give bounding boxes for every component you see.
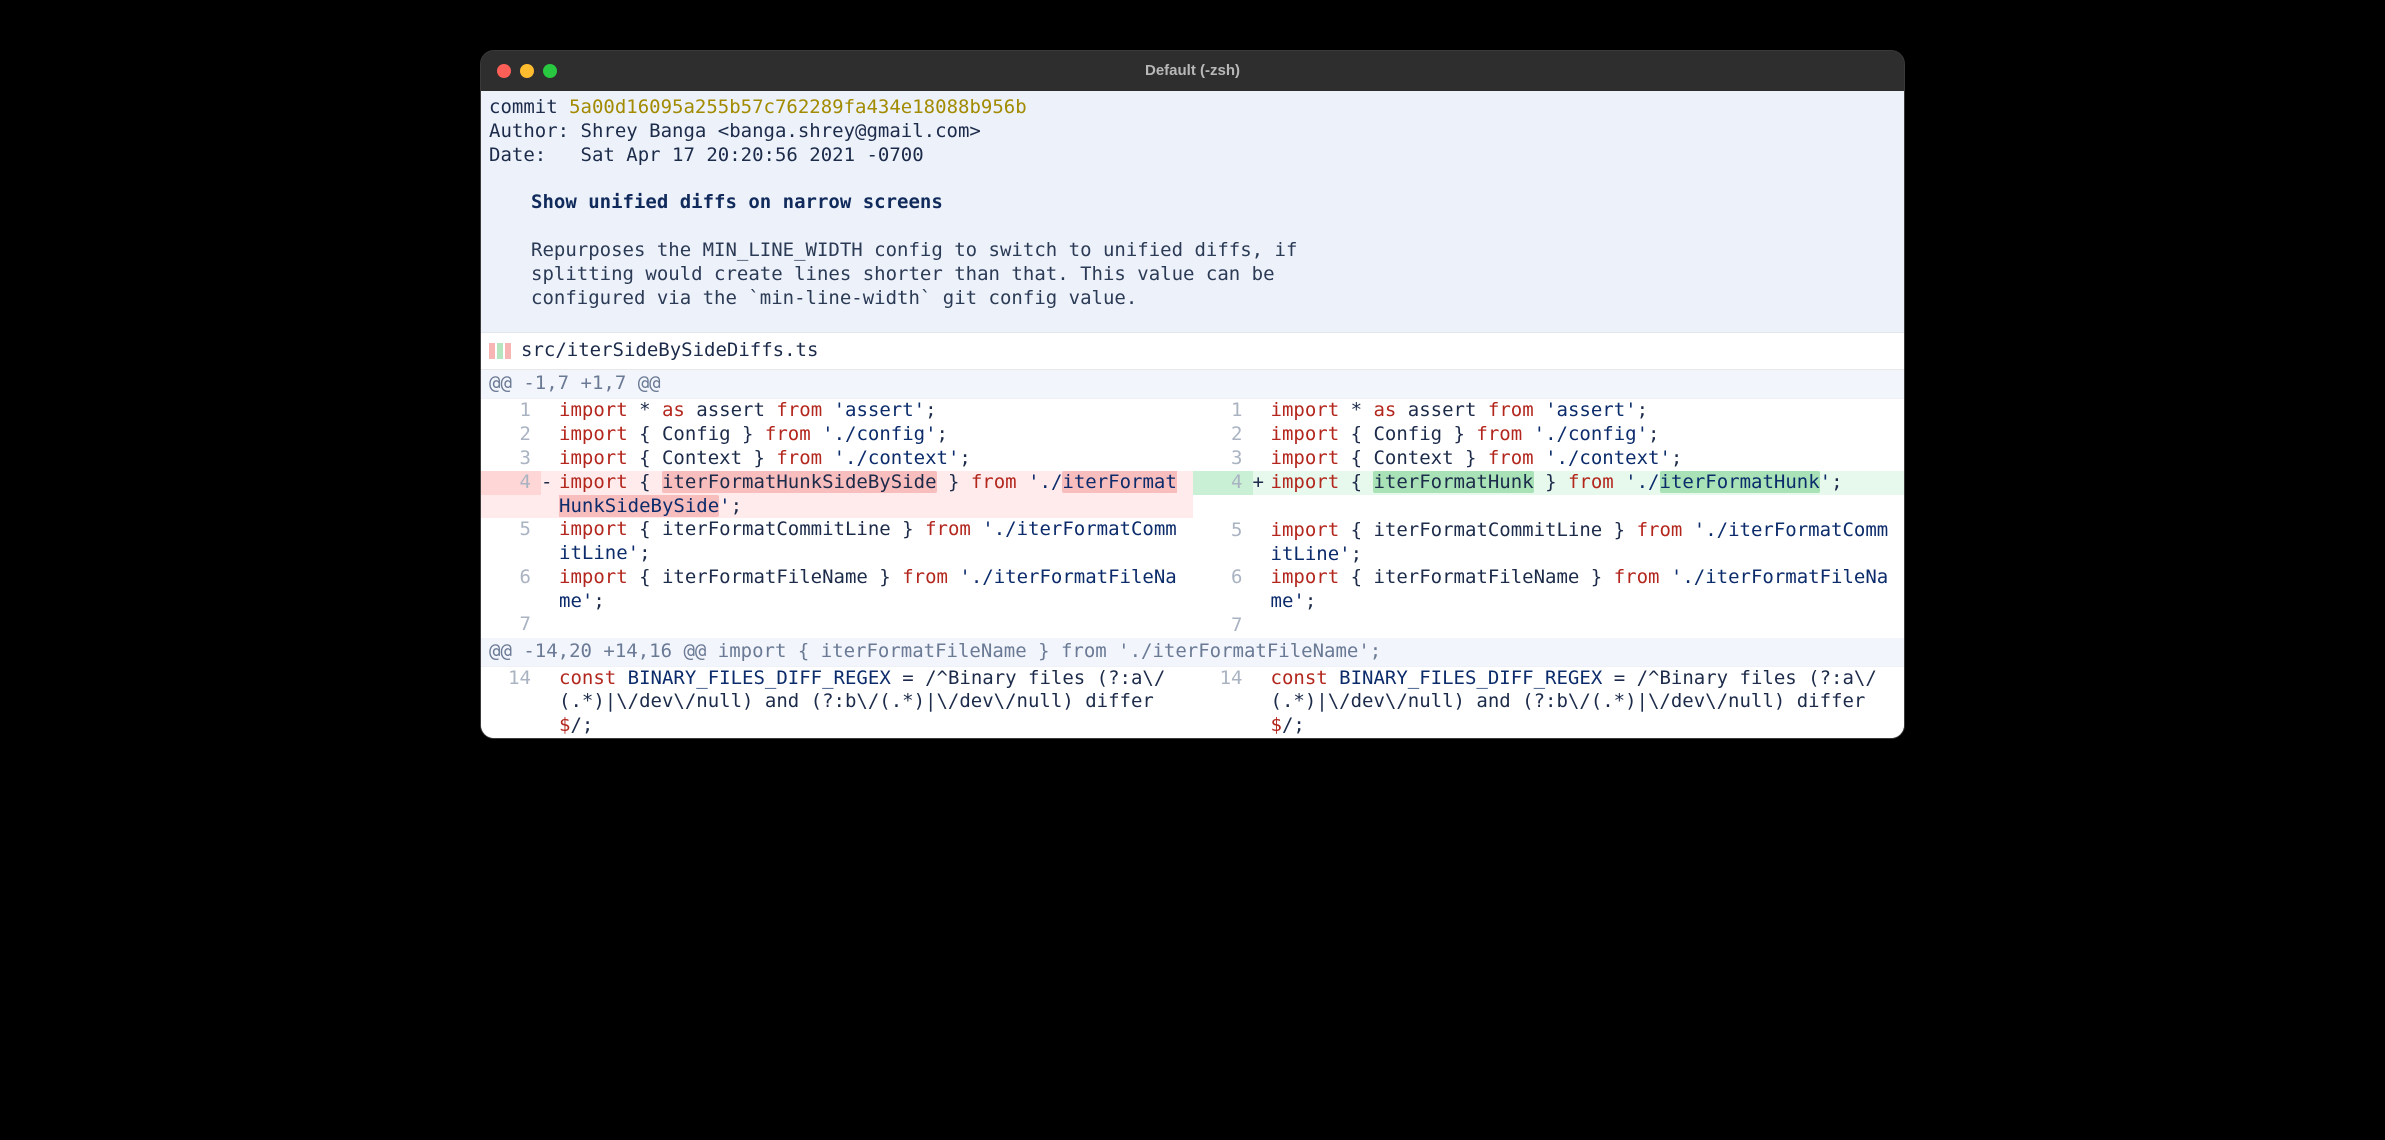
hunk-header: @@ -14,20 +14,16 @@ import { iterFormatF… [481,638,1904,667]
window-title: Default (-zsh) [481,62,1904,81]
commit-body-line: Repurposes the MIN_LINE_WIDTH config to … [531,239,1896,263]
minimize-icon[interactable] [520,64,534,78]
file-path: src/iterSideBySideDiffs.ts [521,339,818,363]
line-number: 2 [481,423,541,447]
commit-body-line: configured via the `min-line-width` git … [531,287,1896,311]
diff-line: 6 import { iterFormatFileName } from './i… [481,566,1193,614]
line-number: 1 [481,399,541,423]
line-number: 7 [481,613,541,637]
diff-line: 4-import { iterFormatHunkSideBySide } fr… [481,471,1193,519]
code: import { iterFormatFileName } from './it… [1271,566,1905,614]
close-icon[interactable] [497,64,511,78]
diff-line: 4+import { iterFormatHunk } from './iter… [1193,471,1905,495]
diff-grid: 14const BINARY_FILES_DIFF_REGEX = /^Bina… [481,667,1904,738]
diff-sign: - [541,471,559,495]
code: const BINARY_FILES_DIFF_REGEX = /^Binary… [559,667,1193,738]
commit-hash: 5a00d16095a255b57c762289fa434e18088b956b [569,96,1027,118]
line-number: 14 [481,667,541,691]
line-number: 7 [1193,614,1253,638]
code: import { iterFormatCommitLine } from './… [559,518,1193,566]
line-number: 2 [1193,423,1253,447]
commit-author-line: Author: Shrey Banga <banga.shrey@gmail.c… [489,120,1896,144]
titlebar[interactable]: Default (-zsh) [481,51,1904,91]
diff-line: 14 const BINARY_FILES_DIFF_REGEX = /^Bina… [1193,667,1905,738]
line-number: 14 [1193,667,1253,691]
line-number: 6 [1193,566,1253,590]
diff-line: 5 import { iterFormatCommitLine } from '.… [481,518,1193,566]
line-number: 5 [1193,519,1253,543]
commit-body: Repurposes the MIN_LINE_WIDTH config to … [489,239,1896,310]
diff-line: 1 import * as assert from 'assert'; [481,399,1193,423]
code: import { iterFormatHunkSideBySide } from… [559,471,1193,519]
commit-header: commit 5a00d16095a255b57c762289fa434e180… [481,91,1904,333]
code: import * as assert from 'assert'; [1271,399,1905,423]
line-number: 1 [1193,399,1253,423]
line-number: 3 [1193,447,1253,471]
commit-body-line: splitting would create lines shorter tha… [531,263,1896,287]
diff-line: 3 import { Context } from './context'; [1193,447,1905,471]
code: import { Config } from './config'; [1271,423,1905,447]
file-header: src/iterSideBySideDiffs.ts [481,333,1904,370]
diff-line: 1 import * as assert from 'assert'; [1193,399,1905,423]
diff-side-old: 14 const BINARY_FILES_DIFF_REGEX = /^Bina… [481,667,1193,738]
diff-hunks: @@ -1,7 +1,7 @@1import * as assert from … [481,370,1904,738]
diff-line: 7 [1193,614,1905,638]
diff-line [1193,495,1905,519]
code: import { iterFormatHunk } from './iterFo… [1271,471,1905,495]
diff-line: 6 import { iterFormatFileName } from './i… [1193,566,1905,614]
code: import * as assert from 'assert'; [559,399,1193,423]
commit-date-line: Date: Sat Apr 17 20:20:56 2021 -0700 [489,144,1896,168]
code: import { Config } from './config'; [559,423,1193,447]
diff-line: 7 [481,613,1193,637]
line-number: 4 [481,471,541,495]
diff-side-new: 14 const BINARY_FILES_DIFF_REGEX = /^Bina… [1193,667,1905,738]
diff-side-old: 1 import * as assert from 'assert'; 2 impor… [481,399,1193,638]
code: const BINARY_FILES_DIFF_REGEX = /^Binary… [1271,667,1905,738]
zoom-icon[interactable] [543,64,557,78]
code: import { iterFormatCommitLine } from './… [1271,519,1905,567]
diff-file-icon [489,343,511,359]
commit-title: Show unified diffs on narrow screens [489,191,1896,215]
diff-grid: 1import * as assert from 'assert';2impor… [481,399,1904,638]
diff-side-new: 1 import * as assert from 'assert'; 2 impor… [1193,399,1905,638]
code: import { iterFormatFileName } from './it… [559,566,1193,614]
diff-line: 2 import { Config } from './config'; [1193,423,1905,447]
code: import { Context } from './context'; [559,447,1193,471]
line-number: 6 [481,566,541,590]
diff-line: 2 import { Config } from './config'; [481,423,1193,447]
code: import { Context } from './context'; [1271,447,1905,471]
diff-line: 5 import { iterFormatCommitLine } from '.… [1193,519,1905,567]
hunk-header: @@ -1,7 +1,7 @@ [481,370,1904,399]
diff-sign: + [1253,471,1271,495]
terminal-window: Default (-zsh) commit 5a00d16095a255b57c… [480,50,1905,739]
terminal-content[interactable]: commit 5a00d16095a255b57c762289fa434e180… [481,91,1904,738]
commit-hash-line: commit 5a00d16095a255b57c762289fa434e180… [489,96,1896,120]
traffic-lights [497,64,557,78]
diff-line: 14 const BINARY_FILES_DIFF_REGEX = /^Bina… [481,667,1193,738]
line-number: 5 [481,518,541,542]
diff-line: 3 import { Context } from './context'; [481,447,1193,471]
line-number: 4 [1193,471,1253,495]
line-number: 3 [481,447,541,471]
